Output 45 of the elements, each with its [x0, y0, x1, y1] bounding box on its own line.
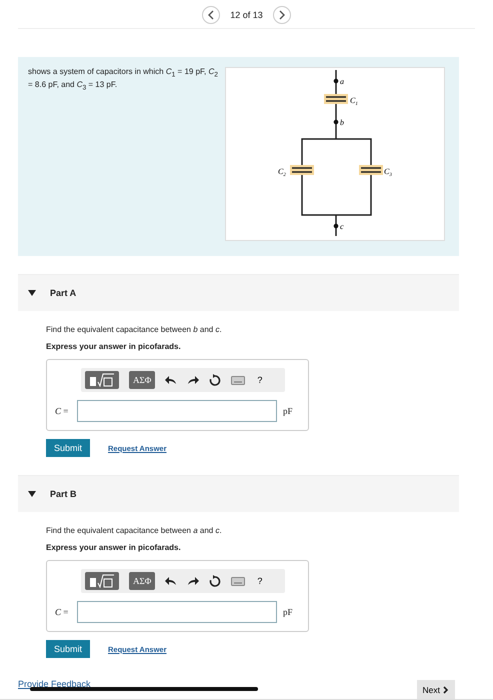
- undo-icon[interactable]: [165, 576, 178, 586]
- previous-button[interactable]: [202, 6, 220, 24]
- templates-button[interactable]: [85, 572, 119, 590]
- instruction-text: Express your answer in picofarads.: [46, 543, 182, 552]
- keyboard-icon[interactable]: [231, 376, 246, 384]
- chevron-left-icon: [207, 10, 216, 20]
- reset-icon[interactable]: [209, 575, 222, 587]
- variable-label: C =: [55, 406, 70, 416]
- redo-icon[interactable]: [187, 375, 200, 385]
- capacitor-label: C$_{1}$: [350, 96, 358, 107]
- templates-button[interactable]: [85, 371, 119, 389]
- problem-statement: shows a system of capacitors in which C$_{1}$ = 19 pF, C$_{2}$ = 8.6 pF, and C$_{3}$ = 13 pF.: [28, 67, 218, 94]
- reset-icon[interactable]: [209, 374, 222, 386]
- submit-button[interactable]: Submit: [46, 640, 90, 658]
- part-header[interactable]: Part B: [18, 475, 459, 512]
- capacitor-label: C$_{2}$: [278, 167, 286, 178]
- variable-label: C =: [55, 607, 70, 617]
- caret-icon: [28, 290, 36, 296]
- unit-label: pF: [283, 607, 293, 617]
- chevron-right-icon: [278, 10, 286, 20]
- next-page-button[interactable]: [272, 6, 291, 24]
- node-label: a: [340, 77, 344, 86]
- instruction-text: Express your answer in picofarads.: [46, 342, 182, 351]
- redo-icon[interactable]: [187, 576, 200, 586]
- submit-button[interactable]: Submit: [46, 439, 90, 457]
- undo-icon[interactable]: [165, 375, 178, 385]
- symbols-button[interactable]: ΑΣΦ: [129, 572, 156, 590]
- next-button[interactable]: Next: [416, 680, 455, 699]
- symbols-button[interactable]: ΑΣΦ: [129, 371, 156, 389]
- chevron-right-icon: [443, 686, 449, 694]
- provide-feedback-link[interactable]: Provide Feedback: [18, 679, 91, 689]
- unit-label: pF: [283, 406, 293, 416]
- part-header[interactable]: Part A: [18, 274, 459, 311]
- question-text: Find the equivalent capacitance between b and c.: [46, 325, 223, 334]
- page-counter: 12 of 13: [230, 10, 263, 20]
- node-label: c: [340, 222, 344, 231]
- keyboard-icon[interactable]: [231, 576, 246, 586]
- help-button[interactable]: ?: [255, 375, 264, 385]
- caret-icon: [28, 491, 36, 497]
- question-text: Find the equivalent capacitance between a and c.: [46, 526, 223, 535]
- node-label: b: [340, 118, 344, 127]
- answer-input[interactable]: [77, 601, 277, 623]
- answer-input[interactable]: [77, 400, 277, 422]
- help-button[interactable]: ?: [255, 576, 264, 586]
- capacitor-label: C$_{3}$: [384, 167, 392, 178]
